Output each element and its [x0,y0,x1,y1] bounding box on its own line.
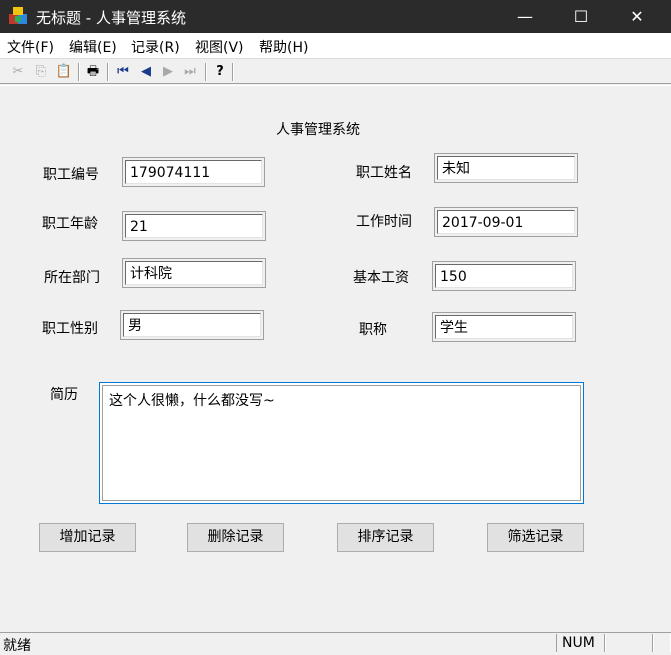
resume-textarea[interactable]: 这个人很懒，什么都没写~ [99,382,584,504]
toolbar-separator [232,63,234,81]
menu-file[interactable]: 文件(F) [7,37,54,57]
toolbar-separator [205,63,207,81]
toolbar-separator [107,63,109,81]
salary-label: 基本工资 [353,270,409,286]
menu-view[interactable]: 视图(V) [195,37,244,57]
window-title: 无标题 - 人事管理系统 [36,9,186,27]
add-record-button[interactable]: 增加记录 [39,523,136,552]
help-icon[interactable]: ? [210,62,230,82]
salary-field[interactable]: 150 [432,261,576,291]
next-record-icon[interactable]: ▶ [158,62,178,82]
emp-name-label: 职工姓名 [356,165,412,181]
menu-help[interactable]: 帮助(H) [259,37,308,57]
status-pane [604,634,654,652]
dept-field[interactable]: 计科院 [122,258,266,288]
work-time-value: 2017-09-01 [437,210,575,234]
menu-bar: 文件(F) 编辑(E) 记录(R) 视图(V) 帮助(H) [0,33,671,58]
resume-value: 这个人很懒，什么都没写~ [102,385,581,501]
status-num-indicator: NUM [562,635,595,651]
title-bar: 无标题 - 人事管理系统 — ☐ ✕ [0,0,671,33]
copy-icon[interactable]: ⎘ [31,62,51,82]
dept-value: 计科院 [125,261,263,285]
previous-record-icon[interactable]: ◀ [136,62,156,82]
resize-grip[interactable] [652,634,671,652]
emp-name-field[interactable]: 未知 [434,153,578,183]
filter-record-button[interactable]: 筛选记录 [487,523,584,552]
job-title-value: 学生 [435,315,573,339]
work-time-label: 工作时间 [356,214,412,230]
print-icon[interactable]: 🖶 [83,62,103,82]
status-bar: 就绪 NUM [0,632,671,654]
delete-record-button[interactable]: 删除记录 [187,523,284,552]
age-value: 21 [125,214,263,238]
app-icon [9,7,27,24]
job-title-field[interactable]: 学生 [432,312,576,342]
emp-name-value: 未知 [437,156,575,180]
form-heading: 人事管理系统 [276,122,360,138]
job-title-label: 职称 [359,322,387,338]
last-record-icon[interactable]: ⏭ [180,62,200,82]
work-time-field[interactable]: 2017-09-01 [434,207,578,237]
toolbar: ✂ ⎘ 📋 🖶 ⏮ ◀ ▶ ⏭ ? [0,58,671,84]
toolbar-separator [78,63,80,81]
minimize-button[interactable]: — [502,0,548,33]
gender-value: 男 [123,313,261,337]
resume-label: 简历 [50,387,78,403]
dept-label: 所在部门 [44,270,100,286]
age-field[interactable]: 21 [122,211,266,241]
emp-no-field[interactable]: 179074111 [122,157,265,187]
first-record-icon[interactable]: ⏮ [113,62,133,82]
maximize-button[interactable]: ☐ [558,0,604,33]
age-label: 职工年龄 [42,216,98,232]
status-ready-text: 就绪 [3,638,31,654]
menu-record[interactable]: 记录(R) [131,37,180,57]
menu-edit[interactable]: 编辑(E) [69,37,117,57]
gender-label: 职工性别 [42,321,98,337]
emp-no-label: 职工编号 [43,167,99,183]
paste-icon[interactable]: 📋 [54,62,74,82]
emp-no-value: 179074111 [125,160,262,184]
close-button[interactable]: ✕ [614,0,660,33]
salary-value: 150 [435,264,573,288]
gender-field[interactable]: 男 [120,310,264,340]
sort-record-button[interactable]: 排序记录 [337,523,434,552]
cut-icon[interactable]: ✂ [8,62,28,82]
